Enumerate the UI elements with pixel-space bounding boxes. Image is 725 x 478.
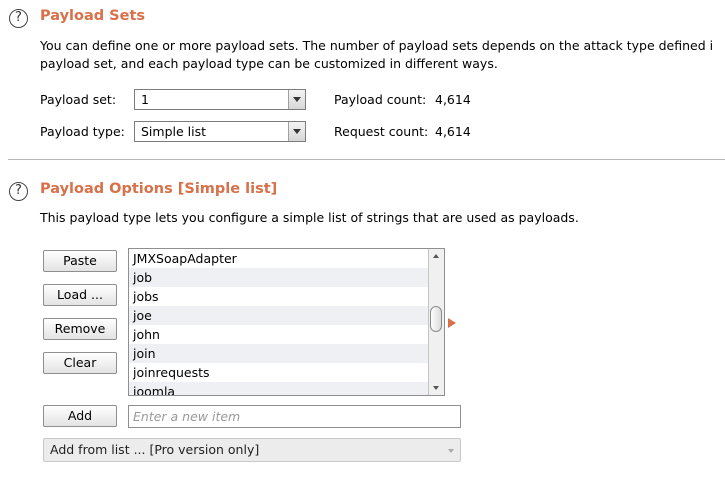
payload-count-label: Payload count: [334, 92, 427, 107]
remove-button[interactable]: Remove [43, 318, 117, 340]
request-count-label: Request count: [334, 124, 429, 139]
payload-options-help-icon[interactable]: ? [9, 182, 28, 201]
new-item-input[interactable] [128, 405, 461, 428]
list-item[interactable]: JMXSoapAdapter [129, 249, 428, 268]
chevron-down-icon[interactable] [288, 122, 305, 141]
payload-sets-title: Payload Sets [40, 8, 146, 24]
payload-sets-description-line2: payload set, and each payload type can b… [40, 56, 498, 71]
list-item[interactable]: john [129, 325, 428, 344]
payload-options-title: Payload Options [Simple list] [40, 181, 278, 197]
chevron-down-icon[interactable] [288, 90, 305, 109]
payload-count-value: 4,614 [435, 92, 471, 107]
add-from-list-select[interactable]: Add from list ... [Pro version only] [43, 438, 461, 462]
clear-button[interactable]: Clear [43, 352, 117, 374]
load-button[interactable]: Load ... [43, 284, 117, 306]
request-count-value: 4,614 [435, 124, 471, 139]
payload-set-label: Payload set: [40, 92, 117, 107]
payload-set-value: 1 [141, 92, 149, 107]
paste-button[interactable]: Paste [43, 250, 117, 272]
scrollbar-thumb[interactable] [430, 306, 442, 332]
list-item[interactable]: join [129, 344, 428, 363]
payload-type-label: Payload type: [40, 124, 125, 139]
list-item[interactable]: joinrequests [129, 363, 428, 382]
triangle-right-icon[interactable] [448, 318, 456, 328]
list-item[interactable]: job [129, 268, 428, 287]
payload-list-scrollbar[interactable] [428, 249, 444, 395]
section-divider [8, 159, 725, 160]
scroll-down-arrow-icon[interactable] [429, 381, 444, 395]
chevron-down-icon[interactable] [448, 449, 454, 453]
payload-set-select[interactable]: 1 [134, 89, 306, 110]
scroll-up-arrow-icon[interactable] [429, 249, 444, 263]
add-button[interactable]: Add [43, 405, 117, 427]
list-item[interactable]: joe [129, 306, 428, 325]
payload-list-rows: JMXSoapAdapter job jobs joe john join jo… [129, 249, 428, 395]
payload-sets-help-icon[interactable]: ? [9, 9, 28, 28]
payload-sets-description-line1: You can define one or more payload sets.… [40, 38, 714, 53]
payload-type-select[interactable]: Simple list [134, 121, 306, 142]
payload-options-description: This payload type lets you configure a s… [40, 210, 579, 225]
add-from-list-value: Add from list ... [Pro version only] [50, 442, 260, 457]
payload-list[interactable]: JMXSoapAdapter job jobs joe john join jo… [128, 248, 445, 396]
list-item[interactable]: jobs [129, 287, 428, 306]
payload-type-value: Simple list [141, 124, 207, 139]
list-item[interactable]: joomla [129, 382, 428, 395]
